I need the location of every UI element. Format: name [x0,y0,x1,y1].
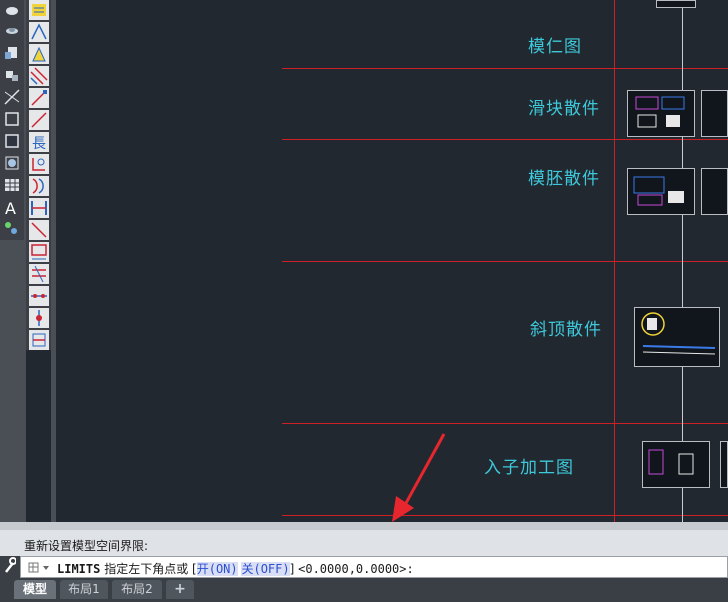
tab-layout1[interactable]: 布局1 [60,580,108,599]
tab-model[interactable]: 模型 [14,580,56,599]
svg-text:長: 長 [32,136,46,152]
grid-hline [282,139,728,140]
continue-dim-icon[interactable] [29,198,49,218]
wrench-icon[interactable] [4,556,17,574]
angular-dim-icon[interactable] [29,44,49,64]
dim-space-icon[interactable] [29,264,49,284]
aligned-dim-icon[interactable] [29,22,49,42]
left-strip [0,240,24,522]
option-off-key: (OFF) [253,562,290,576]
annotation-arrow-icon [392,433,446,522]
svg-text:A: A [5,199,16,218]
revcloud-icon[interactable] [2,22,22,42]
option-off[interactable]: 关(OFF) [241,562,290,576]
command-recent-icon[interactable] [27,560,53,574]
table-icon[interactable] [2,176,22,196]
drawing-thumbnail[interactable] [634,307,720,367]
drawing-thumbnail[interactable] [627,168,695,215]
drawing-thumbnail[interactable] [627,90,695,137]
command-history-text: 重新设置模型空间界限: [24,539,149,553]
command-grip[interactable] [0,522,728,530]
row-label-lifter: 斜顶散件 [530,320,602,340]
linear-dim-icon[interactable] [29,0,49,20]
hatch-icon[interactable] [29,66,49,86]
row-label-moldbase: 模胚散件 [528,169,600,189]
grid-hline [282,423,728,424]
cloud-icon[interactable] [2,2,22,22]
command-prompt-text: 指定左下角点或 [104,562,189,576]
make-block-icon[interactable] [2,66,22,86]
drawing-thumbnail[interactable] [701,90,728,137]
option-on[interactable]: 开(ON) [196,562,238,576]
grid-hline [282,515,728,516]
block-insert-icon[interactable] [2,44,22,64]
grid-hline [282,68,728,69]
option-bracket-close: ] [289,562,295,576]
command-name: LIMITS [57,562,101,576]
region-icon[interactable] [2,110,22,130]
row-label-slider: 滑块散件 [528,99,600,119]
command-history: 重新设置模型空间界限: [0,530,728,556]
row-label-core: 模仁图 [528,37,582,57]
drawing-thumbnail[interactable] [701,168,728,215]
dim-style-icon[interactable] [29,330,49,350]
command-prompt: LIMITS 指定左下角点或 [开(ON) 关(OFF)] <0.0000,0.… [57,560,414,577]
drawing-thumbnail[interactable] [720,441,728,488]
command-line-input[interactable]: LIMITS 指定左下角点或 [开(ON) 关(OFF)] <0.0000,0.… [20,556,728,578]
ordinate-dim-icon[interactable] [29,154,49,174]
option-off-label: 关 [241,562,254,576]
leader-icon[interactable] [29,88,49,108]
drawing-canvas[interactable]: 模仁图 滑块散件 模胚散件 斜顶散件 入子加工图 [56,0,728,522]
dimension-toolbar: 長 [26,0,51,350]
dim-update-icon[interactable] [29,308,49,328]
dim-break-icon[interactable] [29,242,49,262]
circle-icon[interactable] [2,154,22,174]
wipeout-icon[interactable] [2,132,22,152]
drawing-thumbnail[interactable] [642,441,710,488]
dim-edit-icon[interactable] [29,286,49,306]
grid-hline [282,261,728,262]
drawing-thumbnail[interactable] [656,0,696,8]
add-selected-icon[interactable] [2,220,22,240]
command-default-value: <0.0000,0.0000>: [298,562,414,576]
tab-layout2[interactable]: 布局2 [112,580,162,599]
baseline-dim-icon[interactable]: 長 [29,132,49,152]
row-label-insert: 入子加工图 [484,458,574,478]
option-on-label: 开 [196,562,209,576]
xline-icon[interactable] [2,88,22,108]
quick-dim-icon[interactable] [29,220,49,240]
option-on-key: (ON) [208,562,238,576]
multiline-text-icon[interactable]: A [2,198,22,218]
draw-toolbar: A [0,0,24,240]
layout-tabs: 模型 布局1 布局2 + [0,578,728,602]
add-layout-button[interactable]: + [166,580,194,599]
tolerance-icon[interactable] [29,110,49,130]
radius-dim-icon[interactable] [29,176,49,196]
